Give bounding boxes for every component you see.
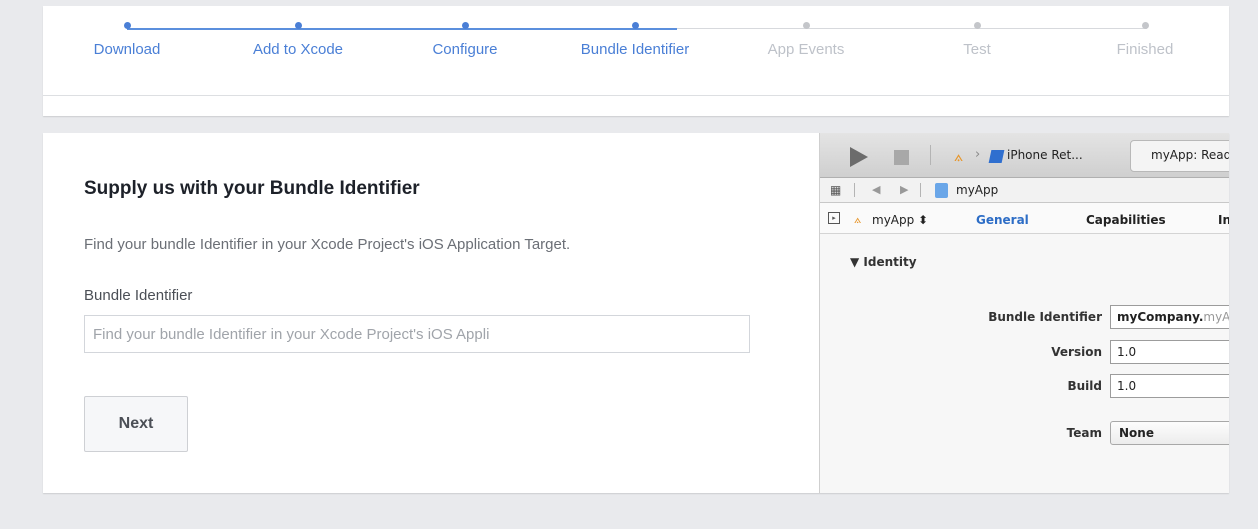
target-selector: myApp ⬍ [872,213,929,227]
step-bundle-identifier[interactable]: Bundle Identifier [555,22,715,58]
jumpbar-separator [854,183,855,197]
form-description: Find your bundle Identifier in your Xcod… [84,236,571,253]
step-dot [1141,22,1149,29]
step-label: Configure [432,41,498,58]
progress-divider [43,95,1229,96]
jumpbar-separator [920,183,921,197]
step-label: Add to Xcode [252,41,344,58]
step-dot [631,22,639,29]
xcode-version-field: 1.0 [1110,340,1229,364]
next-button[interactable]: Next [84,396,188,452]
step-dot [802,22,810,29]
run-icon [850,147,868,167]
stop-icon [894,150,909,165]
device-icon [988,150,1005,163]
setup-progress-card: Download Add to Xcode Configure Bundle I… [43,6,1229,116]
xcode-build-field: 1.0 [1110,374,1229,398]
version-row-label: Version [1051,345,1102,359]
step-dot [461,22,469,29]
jumpbar-project-label: myApp [956,183,999,197]
step-dot [294,22,302,29]
forward-arrow-icon: ▶ [900,183,909,196]
step-label: Download [93,41,161,58]
scheme-icon: ⟑ [954,147,964,165]
build-row-label: Build [1067,379,1102,393]
bundle-id-company: myCompany. [1117,310,1204,324]
xcode-status-box: myApp: Read [1130,140,1229,172]
identity-section-label: Identity [863,255,917,269]
step-label: App Events [767,41,845,58]
project-file-icon [935,183,948,198]
xcode-bundle-identifier-field: myCompany.myA [1110,305,1229,329]
xcode-editor-tabs: ▸ ⟑ myApp ⬍ General Capabilities In [820,203,1229,234]
xcode-team-select: None [1110,421,1229,445]
xcode-toolbar: ⟑ › iPhone Ret... myApp: Read [820,133,1229,178]
step-add-to-xcode[interactable]: Add to Xcode [218,22,378,58]
step-label: Bundle Identifier [580,41,690,58]
chevron-right-icon: › [975,147,981,162]
tab-info: In [1218,213,1229,227]
step-dot [973,22,981,29]
step-label: Test [963,41,991,58]
device-label: iPhone Ret... [1007,148,1083,162]
bundle-id-app: myA [1203,310,1229,324]
bundle-identifier-card: Supply us with your Bundle Identifier Fi… [43,133,1229,493]
step-finished: Finished [1065,22,1225,58]
back-arrow-icon: ◀ [872,183,881,196]
tab-capabilities: Capabilities [1086,213,1166,227]
step-download[interactable]: Download [47,22,207,58]
xcode-screenshot: ⟑ › iPhone Ret... myApp: Read ▦ ◀ ▶ myAp… [819,133,1229,493]
form-title: Supply us with your Bundle Identifier [84,178,420,199]
step-label: Finished [1116,41,1174,58]
target-icon: ⟑ [854,212,862,226]
status-text: myApp: Read [1151,148,1229,162]
bundle-form: Supply us with your Bundle Identifier Fi… [43,133,819,493]
team-row-label: Team [1066,426,1102,440]
step-test: Test [897,22,1057,58]
toolbar-separator [930,145,931,165]
step-dot [123,22,131,29]
step-app-events: App Events [726,22,886,58]
xcode-jump-bar: ▦ ◀ ▶ myApp [820,178,1229,203]
grid-icon: ▦ [830,183,841,197]
tab-general: General [976,213,1029,227]
bundle-identifier-label: Bundle Identifier [84,287,193,304]
bundle-identifier-row-label: Bundle Identifier [988,310,1102,324]
identity-section-title: ▼ Identity [850,255,917,269]
step-configure[interactable]: Configure [385,22,545,58]
panel-toggle-icon: ▸ [828,212,840,224]
bundle-identifier-input[interactable] [84,315,750,353]
